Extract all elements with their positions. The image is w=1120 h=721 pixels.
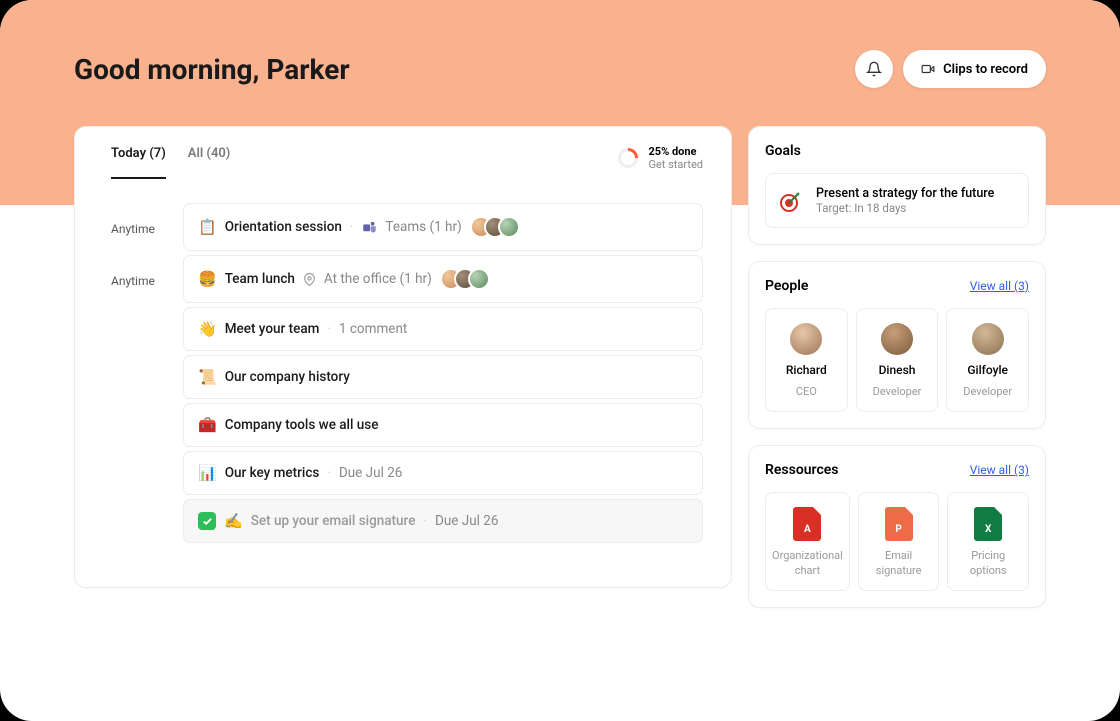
person-role: CEO [796,385,817,399]
xls-file-icon: X [974,507,1002,541]
progress-sub: Get started [648,158,703,171]
people-title: People [765,278,808,294]
goal-target: Target: In 18 days [816,201,994,215]
goal-title: Present a strategy for the future [816,186,994,201]
task-emoji: 🧰 [198,416,217,434]
task-row: Anytime 📋 Orientation session · Teams (1… [111,203,703,255]
progress-ring-icon [618,148,638,168]
task-time: Anytime [111,274,183,288]
tasks-panel: Today (7) All (40) 25% done Get started [74,126,732,588]
clips-to-record-button[interactable]: Clips to record [903,50,1046,88]
person-name: Dinesh [879,363,916,377]
task-emoji: 🍔 [198,270,217,288]
goals-title: Goals [765,143,801,159]
task-row: Anytime 🍔 Team lunch At the office (1 hr… [111,255,703,307]
task-avatars [470,216,520,238]
task-title: Meet your team [225,321,320,337]
goal-card[interactable]: Present a strategy for the future Target… [765,173,1029,228]
bell-icon [866,61,882,77]
task-time: Anytime [111,222,183,236]
person-card[interactable]: Richard CEO [765,308,848,412]
task-card[interactable]: 📜 Our company history [183,355,703,399]
clips-label: Clips to record [943,62,1028,77]
avatar [972,323,1004,355]
resource-card[interactable]: A Organizational chart [765,492,850,591]
people-view-all-link[interactable]: View all (3) [970,279,1029,293]
task-card[interactable]: 🍔 Team lunch At the office (1 hr) [183,255,703,303]
task-emoji: 📋 [198,218,217,236]
task-avatars [440,268,490,290]
task-card[interactable]: 📊 Our key metrics · Due Jul 26 [183,451,703,495]
task-card[interactable]: 📋 Orientation session · Teams (1 hr) [183,203,703,251]
avatar [881,323,913,355]
person-role: Developer [963,385,1012,399]
tab-all[interactable]: All (40) [188,146,231,179]
ppt-file-icon: P [885,507,913,541]
video-icon [921,62,935,76]
task-location: At the office (1 hr) [324,271,432,287]
resource-name: Pricing options [954,549,1022,578]
task-emoji: 📜 [198,368,217,386]
checkbox-checked-icon[interactable] [198,512,216,530]
task-meta: Teams (1 hr) [385,219,461,235]
separator: · [327,465,331,481]
task-title: Orientation session [225,219,342,235]
people-panel: People View all (3) Richard CEO Dinesh D… [748,261,1046,429]
resources-panel: Ressources View all (3) A Organizational… [748,445,1046,608]
task-emoji: 👋 [198,320,217,338]
tab-today[interactable]: Today (7) [111,146,166,179]
person-role: Developer [873,385,922,399]
person-name: Gilfoyle [967,363,1008,377]
resource-name: Email signature [865,549,933,578]
task-card-completed[interactable]: ✍️ Set up your email signature · Due Jul… [183,499,703,543]
separator: · [327,321,331,337]
pdf-file-icon: A [793,507,821,541]
task-due: Due Jul 26 [435,513,499,529]
task-title: Set up your email signature [251,513,416,529]
resource-card[interactable]: P Email signature [858,492,940,591]
notifications-button[interactable] [855,50,893,88]
task-comments: 1 comment [339,321,407,337]
target-icon [778,188,804,214]
progress-pct: 25% done [648,145,703,158]
resource-name: Organizational chart [772,549,843,578]
resources-title: Ressources [765,462,839,478]
avatar [790,323,822,355]
resource-card[interactable]: X Pricing options [947,492,1029,591]
task-title: Company tools we all use [225,417,379,433]
task-due: Due Jul 26 [339,465,403,481]
resources-view-all-link[interactable]: View all (3) [970,463,1029,477]
separator: · [423,513,427,529]
task-title: Our key metrics [225,465,320,481]
greeting: Good morning, Parker [74,53,350,86]
task-emoji: 📊 [198,464,217,482]
person-name: Richard [786,363,827,377]
separator: · [350,219,354,235]
task-card[interactable]: 👋 Meet your team · 1 comment [183,307,703,351]
task-card[interactable]: 🧰 Company tools we all use [183,403,703,447]
task-title: Our company history [225,369,350,385]
location-pin-icon [303,273,316,286]
teams-icon [361,219,377,235]
task-emoji: ✍️ [224,512,243,530]
task-title: Team lunch [225,271,295,287]
person-card[interactable]: Dinesh Developer [856,308,939,412]
progress-indicator[interactable]: 25% done Get started [618,145,703,179]
goals-panel: Goals Present a strategy for the future … [748,126,1046,245]
person-card[interactable]: Gilfoyle Developer [946,308,1029,412]
